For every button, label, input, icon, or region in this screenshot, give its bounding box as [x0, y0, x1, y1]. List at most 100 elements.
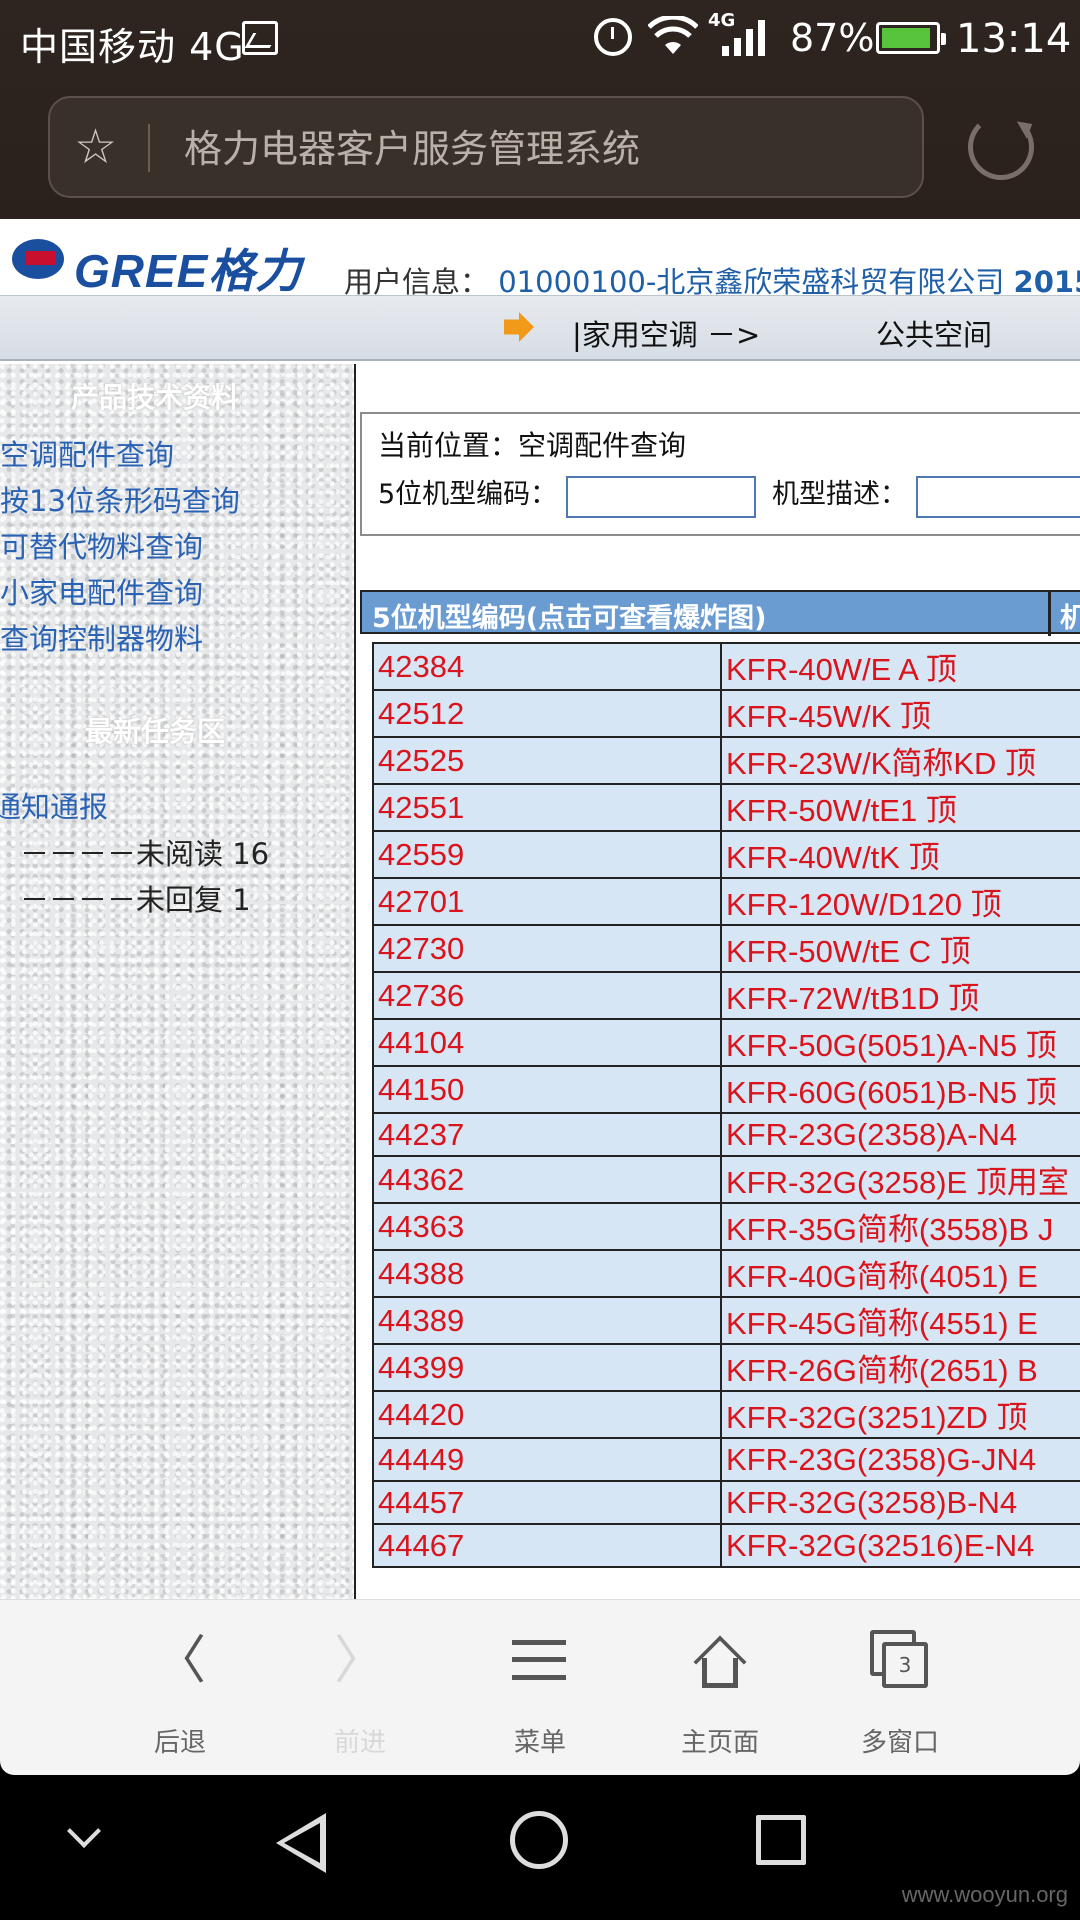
battery-percent: 87% [790, 16, 875, 60]
table-row[interactable]: 42701 KFR-120W/D120 顶 [372, 877, 1080, 926]
model-desc-cell: KFR-40G简称(4051) E [720, 1249, 1080, 1298]
forward-button[interactable]: 〉 前进 [270, 1600, 450, 1776]
table-row[interactable]: 44150 KFR-60G(6051)B-N5 顶 [372, 1065, 1080, 1114]
sidebar-link-notices[interactable]: 通知通报 [0, 784, 108, 826]
table-row[interactable]: 44104 KFR-50G(5051)A-N5 顶 [372, 1018, 1080, 1067]
sidebar-link-ac-parts[interactable]: 空调配件查询 [0, 432, 174, 474]
model-desc-cell: KFR-45W/K 顶 [720, 689, 1080, 738]
table-row[interactable]: 42730 KFR-50W/tE C 顶 [372, 924, 1080, 973]
model-code-cell[interactable]: 44399 [372, 1343, 722, 1392]
table-row[interactable]: 44237 KFR-23G(2358)A-N4 [372, 1112, 1080, 1157]
back-label: 后退 [153, 1728, 206, 1758]
model-desc-cell: KFR-40W/E A 顶 [720, 642, 1080, 691]
main-content: 当前位置：空调配件查询 5位机型编码： 机型描述： 5位机型编码(点击可查看爆炸… [360, 364, 1080, 1599]
table-row[interactable]: 42559 KFR-40W/tK 顶 [372, 830, 1080, 879]
model-code-cell[interactable]: 44104 [372, 1018, 722, 1067]
table-row[interactable]: 44363 KFR-35G简称(3558)B J [372, 1202, 1080, 1251]
windows-button[interactable]: 3 多窗口 [810, 1600, 990, 1776]
model-desc-label: 机型描述： [772, 479, 907, 510]
table-row[interactable]: 44399 KFR-26G简称(2651) B [372, 1343, 1080, 1392]
table-row[interactable]: 44420 KFR-32G(3251)ZD 顶 [372, 1390, 1080, 1439]
model-code-cell[interactable]: 42384 [372, 642, 722, 691]
table-row[interactable]: 42512 KFR-45W/K 顶 [372, 689, 1080, 738]
model-code-label: 5位机型编码： [378, 479, 558, 510]
windows-label: 多窗口 [860, 1728, 939, 1758]
model-code-cell[interactable]: 42551 [372, 783, 722, 832]
signal-icon [722, 20, 765, 56]
menu-button[interactable]: 菜单 [450, 1600, 630, 1776]
model-code-cell[interactable]: 44457 [372, 1480, 722, 1525]
model-desc-cell: KFR-23W/K简称KD 顶 [720, 736, 1080, 785]
sidebar-link-substitute[interactable]: 可替代物料查询 [0, 524, 203, 566]
image-notification-icon [242, 21, 278, 55]
sidebar-unreplied[interactable]: －－－－未回复 1 [20, 877, 251, 919]
model-desc-cell: KFR-26G简称(2651) B [720, 1343, 1080, 1392]
address-bar[interactable]: ☆ 格力电器客户服务管理系统 [48, 96, 924, 198]
table-row[interactable]: 42551 KFR-50W/tE1 顶 [372, 783, 1080, 832]
model-code-cell[interactable]: 44420 [372, 1390, 722, 1439]
model-code-cell[interactable]: 42512 [372, 689, 722, 738]
model-desc-cell: KFR-32G(3251)ZD 顶 [720, 1390, 1080, 1439]
table-row[interactable]: 42525 KFR-23W/K简称KD 顶 [372, 736, 1080, 785]
model-desc-cell: KFR-32G(32516)E-N4 [720, 1523, 1080, 1568]
wifi-icon [648, 16, 698, 54]
windows-count: 3 [882, 1642, 928, 1688]
reload-icon[interactable] [968, 114, 1034, 180]
bookmark-star-icon[interactable]: ☆ [74, 122, 117, 172]
model-code-cell[interactable]: 42525 [372, 736, 722, 785]
model-code-cell[interactable]: 44389 [372, 1296, 722, 1345]
sidebar-unread[interactable]: －－－－未阅读 16 [20, 831, 269, 873]
sidebar-link-controller[interactable]: 查询控制器物料 [0, 616, 203, 658]
hide-nav-chevron-icon[interactable] [67, 1814, 101, 1848]
model-desc-cell: KFR-120W/D120 顶 [720, 877, 1080, 926]
sidebar-link-small-appliance[interactable]: 小家电配件查询 [0, 570, 203, 612]
model-code-cell[interactable]: 42701 [372, 877, 722, 926]
user-info-year: 2015 [1013, 265, 1080, 299]
user-info-value[interactable]: 01000100-北京鑫欣荣盛科贸有限公司 [498, 265, 1004, 299]
system-back-icon[interactable] [276, 1813, 326, 1873]
model-desc-cell: KFR-23G(2358)A-N4 [720, 1112, 1080, 1157]
table-row[interactable]: 44467 KFR-32G(32516)E-N4 [372, 1523, 1080, 1568]
table-row[interactable]: 44388 KFR-40G简称(4051) E [372, 1249, 1080, 1298]
sidebar-heading-tech: 产品技术资料 [70, 381, 239, 414]
model-code-cell[interactable]: 42736 [372, 971, 722, 1020]
nav-item-public-space[interactable]: 公共空间 [876, 312, 992, 354]
model-code-cell[interactable]: 44467 [372, 1523, 722, 1568]
web-page: GREE格力 用户信息： 01000100-北京鑫欣荣盛科贸有限公司 2015 … [0, 219, 1080, 1599]
table-row[interactable]: 42384 KFR-40W/E A 顶 [372, 642, 1080, 691]
system-recents-icon[interactable] [756, 1815, 806, 1865]
model-code-cell[interactable]: 44150 [372, 1065, 722, 1114]
browser-chrome: 中国移动 4G 4G 87% 13:14 ☆ 格力电器客户服务管理系统 [0, 0, 1080, 219]
model-code-cell[interactable]: 42730 [372, 924, 722, 973]
model-desc-cell: KFR-35G简称(3558)B J [720, 1202, 1080, 1251]
header-model-code: 5位机型编码(点击可查看爆炸图) [372, 603, 767, 634]
model-code-cell[interactable]: 44449 [372, 1437, 722, 1482]
browser-toolbar: 〈 后退 〉 前进 菜单 主页面 3 多窗口 [0, 1599, 1080, 1775]
model-code-cell[interactable]: 44362 [372, 1155, 722, 1204]
carrier-label: 中国移动 4G [20, 25, 245, 69]
model-code-cell[interactable]: 44363 [372, 1202, 722, 1251]
table-row[interactable]: 44449 KFR-23G(2358)G-JN4 [372, 1437, 1080, 1482]
table-row[interactable]: 42736 KFR-72W/tB1D 顶 [372, 971, 1080, 1020]
home-icon [692, 1634, 748, 1689]
back-button[interactable]: 〈 后退 [90, 1600, 270, 1776]
home-label: 主页面 [680, 1728, 759, 1758]
table-row[interactable]: 44362 KFR-32G(3258)E 顶用室 [372, 1155, 1080, 1204]
table-row[interactable]: 44389 KFR-45G简称(4551) E [372, 1296, 1080, 1345]
menu-label: 菜单 [513, 1728, 566, 1758]
nav-item-home-ac[interactable]: |家用空调 －> [572, 312, 760, 354]
table-row[interactable]: 44457 KFR-32G(3258)B-N4 [372, 1480, 1080, 1525]
menu-icon [512, 1640, 566, 1680]
sidebar-link-barcode[interactable]: 按13位条形码查询 [0, 478, 240, 520]
model-desc-input[interactable] [916, 476, 1080, 518]
system-home-icon[interactable] [510, 1811, 568, 1869]
page-title-in-address-bar[interactable]: 格力电器客户服务管理系统 [184, 124, 640, 174]
model-desc-cell: KFR-40W/tK 顶 [720, 830, 1080, 879]
model-code-cell[interactable]: 44388 [372, 1249, 722, 1298]
sidebar-heading-tasks: 最新任务区 [84, 715, 225, 748]
home-button[interactable]: 主页面 [630, 1600, 810, 1776]
model-desc-cell: KFR-60G(6051)B-N5 顶 [720, 1065, 1080, 1114]
model-code-input[interactable] [566, 476, 756, 518]
model-code-cell[interactable]: 44237 [372, 1112, 722, 1157]
model-code-cell[interactable]: 42559 [372, 830, 722, 879]
